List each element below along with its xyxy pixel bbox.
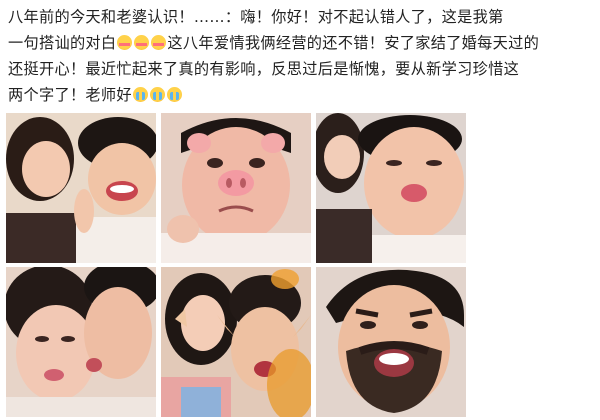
post-line-2-a: 一句搭讪的对白	[8, 34, 117, 52]
photo-beard-filter[interactable]	[316, 267, 466, 417]
post-line-1: 八年前的今天和老婆认识！……：嗨！你好！对不起认错人了，这是我第	[8, 8, 504, 26]
photo-pout-face-image	[316, 113, 466, 263]
blush-emoji-icon	[134, 35, 150, 50]
post-line-4: 两个字了！老师好	[8, 82, 592, 108]
crying-emoji-icon	[132, 87, 148, 102]
crying-emoji-icon	[166, 87, 182, 102]
post-line-2-b: 这八年爱情我俩经营的还不错！安了家结了婚每天过的	[167, 34, 540, 52]
photo-elf-filter-image	[161, 267, 311, 417]
post-line-3: 还挺开心！最近忙起来了真的有影响，反思过后是惭愧，要从新学习珍惜这	[8, 60, 520, 78]
photo-kiss-cheek-image	[6, 267, 156, 417]
post-line-4-a: 两个字了！老师好	[8, 86, 132, 104]
post-text: 八年前的今天和老婆认识！……：嗨！你好！对不起认错人了，这是我第 一句搭讪的对白…	[8, 4, 592, 108]
photo-beard-filter-image	[316, 267, 466, 417]
blush-emoji-icon	[151, 35, 167, 50]
photo-couple-laughing[interactable]	[6, 113, 156, 263]
photo-couple-laughing-image	[6, 113, 156, 263]
crying-emoji-icon	[149, 87, 165, 102]
post-line-2: 一句搭讪的对白 这八年爱情我俩经营的还不错！安了家结了婚每天过的	[8, 30, 592, 56]
photo-grid	[6, 113, 466, 417]
photo-kiss-cheek[interactable]	[6, 267, 156, 417]
photo-elf-filter[interactable]	[161, 267, 311, 417]
photo-pig-filter[interactable]	[161, 113, 311, 263]
photo-pig-filter-image	[161, 113, 311, 263]
photo-pout-face[interactable]	[316, 113, 466, 263]
blush-emoji-icon	[117, 35, 133, 50]
